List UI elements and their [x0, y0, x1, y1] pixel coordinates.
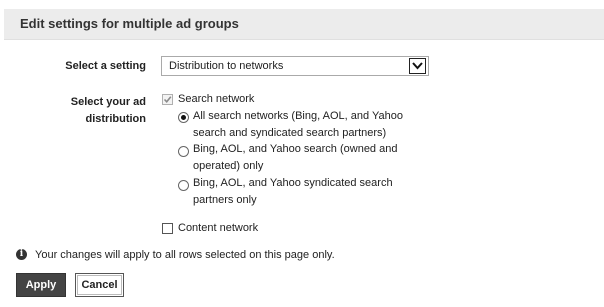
option-syndicated-partners: Bing, AOL, and Yahoo syndicated search p…: [193, 175, 393, 209]
radio-owned-operated[interactable]: [178, 146, 189, 157]
radio-syndicated-partners[interactable]: [178, 180, 189, 191]
cancel-button[interactable]: Cancel: [75, 273, 124, 297]
search-network-label: Search network: [178, 93, 255, 105]
option-owned-operated: Bing, AOL, and Yahoo search (owned and o…: [193, 141, 397, 175]
setting-select[interactable]: Distribution to networks: [161, 56, 429, 76]
content-network-label: Content network: [178, 222, 259, 234]
ad-distribution-label: Select your ad distribution: [40, 94, 146, 128]
chevron-down-icon[interactable]: [409, 58, 426, 74]
radio-selected-dot: [181, 115, 186, 120]
option-all-search-networks: All search networks (Bing, AOL, and Yaho…: [193, 108, 403, 142]
dialog-title: Edit settings for multiple ad groups: [20, 16, 239, 31]
info-icon: i: [16, 249, 27, 260]
info-message: Your changes will apply to all rows sele…: [35, 249, 335, 261]
option-syndicated-partners-line1: Bing, AOL, and Yahoo syndicated search: [193, 177, 393, 189]
option-syndicated-partners-line2: partners only: [193, 194, 257, 206]
content-network-checkbox[interactable]: [162, 223, 173, 234]
option-owned-operated-line1: Bing, AOL, and Yahoo search (owned and: [193, 143, 398, 155]
dialog-header: Edit settings for multiple ad groups: [4, 9, 604, 40]
option-owned-operated-line2: operated) only: [193, 160, 264, 172]
search-network-checkbox[interactable]: [162, 94, 173, 105]
ad-distribution-label-line1: Select your ad: [70, 96, 146, 108]
apply-button[interactable]: Apply: [16, 273, 66, 297]
cancel-button-label: Cancel: [77, 275, 122, 295]
setting-select-value: Distribution to networks: [169, 60, 284, 72]
radio-all-search-networks[interactable]: [178, 112, 189, 123]
ad-distribution-label-line2: distribution: [85, 113, 147, 125]
select-setting-label: Select a setting: [65, 60, 146, 72]
option-all-search-networks-line1: All search networks (Bing, AOL, and Yaho…: [193, 110, 403, 122]
option-all-search-networks-line2: search and syndicated search partners): [193, 127, 387, 139]
